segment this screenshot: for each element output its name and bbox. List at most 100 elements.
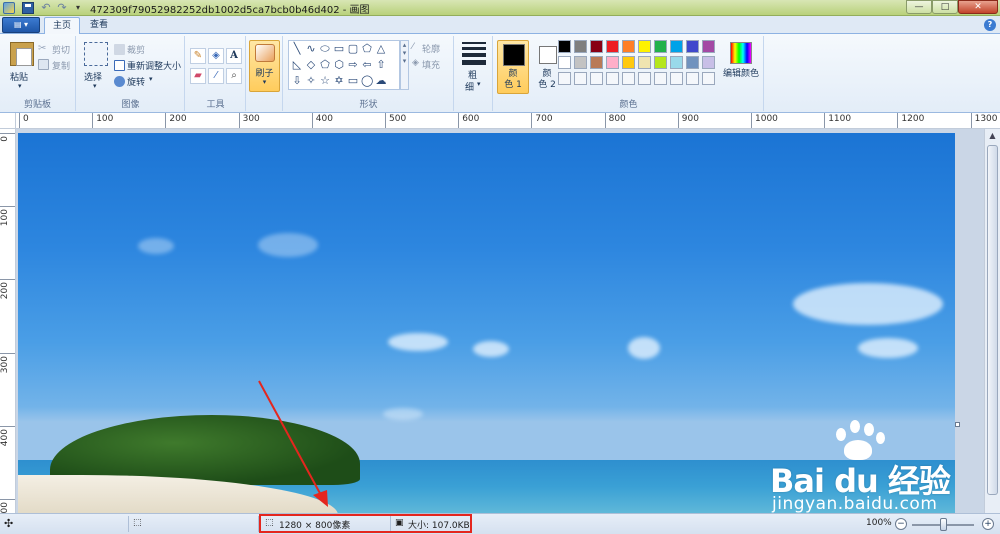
brush-button[interactable]: 刷子 ▾ (249, 40, 280, 92)
down-arrow-shape-icon[interactable]: ⇩ (291, 75, 303, 87)
fill-icon[interactable]: ◈ (412, 58, 419, 68)
select-dropdown-icon[interactable]: ▾ (93, 82, 97, 90)
shape-gallery[interactable]: ╲ ∿ ⬭ ▭ ▢ ⬠ △ ◺ ◇ ⬠ ⬡ ⇨ ⇦ ⇧ ⇩ ✧ ☆ ✡ ▭ ◯ … (288, 40, 400, 90)
palette-swatch-empty[interactable] (638, 72, 651, 85)
crop-button[interactable]: 裁剪 (127, 43, 145, 56)
palette-swatch[interactable] (670, 56, 683, 69)
color1-button[interactable]: 颜色 1 (497, 40, 529, 94)
size-group[interactable]: 粗 细 ▾ (455, 36, 493, 111)
edit-colors-button[interactable]: 编辑颜色 (720, 40, 762, 94)
palette-swatch[interactable] (606, 40, 619, 53)
outline-button[interactable]: 轮廓 (422, 42, 440, 55)
rounded-rectangle-shape-icon[interactable]: ▢ (347, 43, 359, 55)
oval-shape-icon[interactable]: ⬭ (319, 43, 331, 55)
palette-swatch-empty[interactable] (606, 72, 619, 85)
redo-icon[interactable]: ↷ (56, 2, 68, 14)
palette-swatch[interactable] (670, 40, 683, 53)
palette-swatch[interactable] (574, 40, 587, 53)
line-shape-icon[interactable]: ╲ (291, 43, 303, 55)
palette-swatch-empty[interactable] (654, 72, 667, 85)
palette-swatch[interactable] (622, 56, 635, 69)
tab-view[interactable]: 查看 (82, 17, 116, 34)
shape-gallery-scroll[interactable]: ▴ ▾ ▾ (400, 40, 409, 90)
palette-swatch[interactable] (558, 56, 571, 69)
scroll-thumb[interactable] (987, 145, 998, 495)
palette-swatch-empty[interactable] (686, 72, 699, 85)
scroll-up-icon[interactable]: ▲ (985, 129, 1000, 143)
copy-icon[interactable] (38, 59, 49, 70)
fill-bucket-icon[interactable]: ◈ (208, 48, 224, 64)
palette-swatch[interactable] (702, 40, 715, 53)
close-button[interactable]: ✕ (958, 0, 998, 14)
palette-swatch[interactable] (574, 56, 587, 69)
up-arrow-shape-icon[interactable]: ⇧ (375, 59, 387, 71)
crop-icon[interactable] (114, 44, 125, 55)
copy-button[interactable]: 复制 (52, 59, 70, 72)
minimize-button[interactable]: — (906, 0, 932, 14)
right-triangle-shape-icon[interactable]: ◺ (291, 59, 303, 71)
palette-swatch-empty[interactable] (670, 72, 683, 85)
palette-swatch[interactable] (686, 56, 699, 69)
zoom-in-button[interactable]: + (982, 518, 994, 530)
zoom-slider-thumb[interactable] (940, 518, 947, 531)
color-picker-icon[interactable]: ⁄ (208, 68, 224, 84)
select-icon[interactable] (84, 42, 108, 66)
palette-swatch[interactable] (622, 40, 635, 53)
left-arrow-shape-icon[interactable]: ⇦ (361, 59, 373, 71)
fill-button[interactable]: 填充 (422, 58, 440, 71)
paste-icon[interactable] (10, 42, 34, 66)
maximize-button[interactable]: □ (932, 0, 958, 14)
palette-swatch[interactable] (606, 56, 619, 69)
rotate-icon[interactable] (114, 76, 125, 87)
palette-swatch-empty[interactable] (622, 72, 635, 85)
paste-dropdown-icon[interactable]: ▾ (18, 82, 22, 90)
palette-swatch-empty[interactable] (558, 72, 571, 85)
polygon-shape-icon[interactable]: ⬠ (361, 43, 373, 55)
resize-icon[interactable] (114, 60, 125, 71)
palette-swatch[interactable] (638, 40, 651, 53)
right-arrow-shape-icon[interactable]: ⇨ (347, 59, 359, 71)
callout-oval-shape-icon[interactable]: ◯ (361, 75, 373, 87)
palette-swatch[interactable] (590, 56, 603, 69)
paint-app-icon[interactable] (3, 2, 15, 14)
palette-swatch[interactable] (590, 40, 603, 53)
triangle-shape-icon[interactable]: △ (375, 43, 387, 55)
palette-swatch-empty[interactable] (590, 72, 603, 85)
rotate-button[interactable]: 旋转 (127, 75, 145, 88)
paint-menu-button[interactable]: ▤ ▾ (2, 17, 40, 33)
scissors-icon[interactable]: ✂ (38, 43, 49, 54)
rotate-dropdown-icon[interactable]: ▾ (149, 75, 153, 83)
palette-swatch-empty[interactable] (574, 72, 587, 85)
tab-home[interactable]: 主页 (44, 17, 80, 34)
six-point-star-shape-icon[interactable]: ✡ (333, 75, 345, 87)
text-tool-icon[interactable]: A (226, 48, 242, 64)
rectangle-shape-icon[interactable]: ▭ (333, 43, 345, 55)
outline-icon[interactable]: ⁄ (412, 42, 414, 52)
customize-quick-access-icon[interactable]: ▾ (72, 2, 84, 14)
save-icon[interactable] (22, 2, 34, 14)
image-canvas[interactable] (18, 133, 955, 513)
eraser-icon[interactable]: ▰ (190, 68, 206, 84)
magnifier-icon[interactable]: ⌕ (226, 68, 242, 84)
resize-button[interactable]: 重新调整大小 (127, 59, 181, 72)
hexagon-shape-icon[interactable]: ⬡ (333, 59, 345, 71)
palette-swatch[interactable] (686, 40, 699, 53)
cloud-callout-shape-icon[interactable]: ☁ (375, 75, 387, 87)
vertical-scrollbar[interactable]: ▲ (984, 129, 1000, 513)
cut-button[interactable]: 剪切 (52, 43, 70, 56)
zoom-out-button[interactable]: − (895, 518, 907, 530)
diamond-shape-icon[interactable]: ◇ (305, 59, 317, 71)
undo-icon[interactable]: ↶ (40, 2, 52, 14)
palette-swatch-empty[interactable] (702, 72, 715, 85)
pentagon-shape-icon[interactable]: ⬠ (319, 59, 331, 71)
palette-swatch[interactable] (654, 40, 667, 53)
palette-swatch[interactable] (654, 56, 667, 69)
callout-rect-shape-icon[interactable]: ▭ (347, 75, 359, 87)
four-point-star-shape-icon[interactable]: ✧ (305, 75, 317, 87)
palette-swatch[interactable] (702, 56, 715, 69)
canvas-resize-handle[interactable] (955, 422, 960, 427)
pencil-icon[interactable]: ✎ (190, 48, 206, 64)
help-icon[interactable]: ? (984, 19, 996, 31)
canvas-workspace[interactable] (16, 129, 984, 513)
palette-swatch[interactable] (558, 40, 571, 53)
